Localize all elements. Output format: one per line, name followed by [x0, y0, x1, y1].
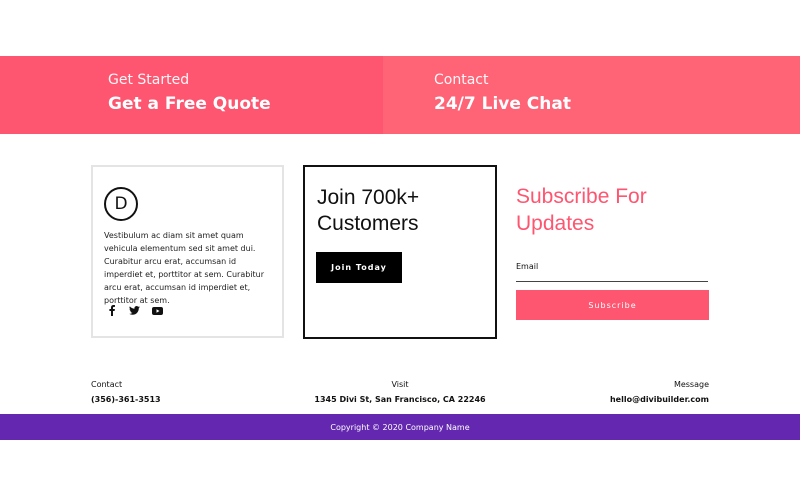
cta-eyebrow-get-started: Get Started: [108, 72, 190, 88]
cta-title-free-quote: Get a Free Quote: [108, 94, 271, 114]
subscribe-section: Subscribe For Updates Email Subscribe: [516, 183, 710, 320]
email-label: Email: [516, 262, 539, 271]
get-quote-cta[interactable]: Get Started Get a Free Quote: [0, 56, 383, 134]
youtube-icon[interactable]: [152, 305, 163, 316]
facebook-icon[interactable]: [106, 305, 117, 316]
page: Get Started Get a Free Quote Contact 24/…: [0, 0, 800, 496]
join-card: Join 700k+ Customers Join Today: [303, 165, 497, 339]
email-field[interactable]: [516, 271, 708, 282]
visit-info: Visit 1345 Divi St, San Francisco, CA 22…: [300, 379, 500, 405]
footer-bar: Copyright © 2020 Company Name: [0, 414, 800, 440]
contact-info: Contact (356)-361-3513: [91, 379, 161, 405]
copyright-text: Copyright © 2020 Company Name: [330, 422, 470, 432]
twitter-icon[interactable]: [129, 305, 140, 316]
join-title: Join 700k+ Customers: [317, 186, 420, 235]
cta-title-live-chat: 24/7 Live Chat: [434, 94, 571, 114]
contact-phone[interactable]: (356)-361-3513: [91, 394, 161, 405]
cta-eyebrow-contact: Contact: [434, 72, 489, 88]
visit-label: Visit: [391, 380, 409, 389]
message-email[interactable]: hello@divibuilder.com: [610, 394, 709, 405]
message-label: Message: [673, 380, 709, 389]
about-card: D Vestibulum ac diam sit amet quam vehic…: [91, 165, 284, 338]
logo-letter: D: [114, 193, 128, 214]
cta-strip: Get Started Get a Free Quote Contact 24/…: [0, 56, 800, 134]
live-chat-cta[interactable]: Contact 24/7 Live Chat: [383, 56, 800, 134]
social-links: [106, 305, 163, 316]
visit-address: 1345 Divi St, San Francisco, CA 22246: [314, 395, 486, 404]
contact-label: Contact: [91, 380, 123, 389]
subscribe-title: Subscribe For Updates: [516, 185, 647, 235]
about-text: Vestibulum ac diam sit amet quam vehicul…: [104, 231, 265, 305]
divi-logo-icon: D: [104, 187, 138, 221]
subscribe-button[interactable]: Subscribe: [516, 290, 709, 320]
message-info: Message hello@divibuilder.com: [610, 379, 709, 405]
join-today-button[interactable]: Join Today: [316, 252, 402, 283]
